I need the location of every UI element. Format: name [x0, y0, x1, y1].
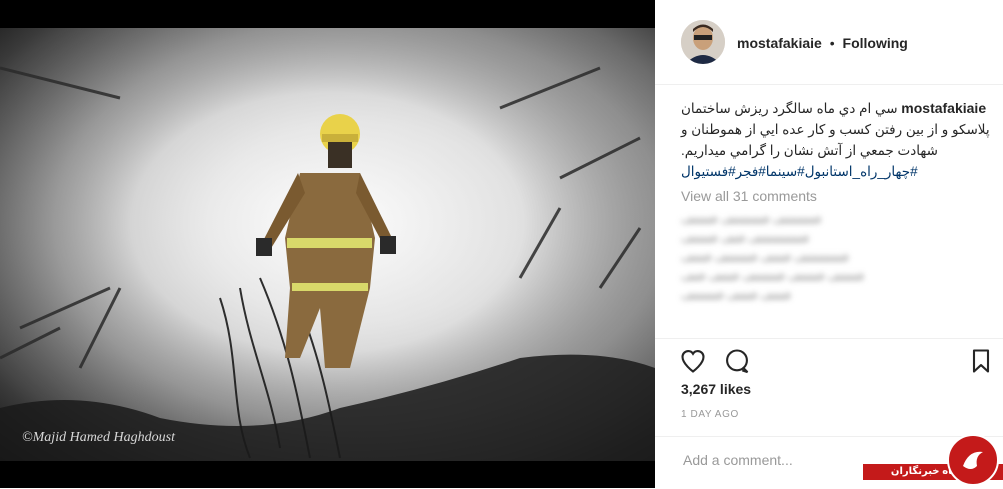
speech-bubble-icon[interactable]: [723, 347, 751, 375]
post-photo-pane: ©Majid Hamed Haghdoust: [0, 0, 655, 488]
avatar[interactable]: [681, 20, 725, 64]
heart-icon[interactable]: [679, 347, 707, 375]
firefighter-in-smoke-image: [0, 28, 655, 461]
comment-line: ففففف ففففف فففففف فففف ففف: [681, 269, 865, 283]
username-link[interactable]: mostafakiaie: [737, 35, 822, 51]
caption-hashtags[interactable]: #چهار_راه_استانبول#سينما#فجر#فستيوال: [681, 164, 918, 179]
view-all-comments-link[interactable]: View all 31 comments: [681, 188, 817, 204]
comment-input[interactable]: [681, 451, 885, 469]
photo-credit: ©Majid Hamed Haghdoust: [22, 430, 175, 445]
caption-username-link[interactable]: mostafakiaie: [901, 100, 986, 116]
post-header: mostafakiaie • Following: [655, 0, 1003, 85]
avatar-image: [681, 20, 725, 64]
caption: mostafakiaie سي ام دي ماه سالگرد ريزش سا…: [681, 98, 991, 182]
likes-count[interactable]: 3,267 likes: [681, 381, 751, 397]
bookmark-icon[interactable]: [967, 347, 995, 375]
comment-line: ففففففف ففففففف ففففف: [681, 212, 822, 226]
site-watermark: باشگاه خبرنگاران: [863, 434, 1003, 488]
comment-line: فففففففف فففف فففففف فففف: [681, 250, 849, 264]
follow-button[interactable]: Following: [843, 35, 908, 51]
post-timestamp[interactable]: 1 DAY AGO: [681, 409, 739, 420]
site-logo-icon: [947, 434, 999, 486]
action-bar: [655, 338, 1003, 379]
blurred-comments: ففففففف ففففففف ففففف ففففففففف ففف فففف…: [681, 210, 981, 305]
post-sidebar: mostafakiaie • Following mostafakiaie سي…: [655, 0, 1003, 488]
post-photo[interactable]: ©Majid Hamed Haghdoust: [0, 28, 655, 461]
header-text: mostafakiaie • Following: [737, 35, 908, 51]
comment-line: ففففففففف ففف ففففف: [681, 231, 809, 245]
separator: •: [829, 35, 835, 51]
comment-line: فففف فففف فففففف: [681, 288, 791, 302]
